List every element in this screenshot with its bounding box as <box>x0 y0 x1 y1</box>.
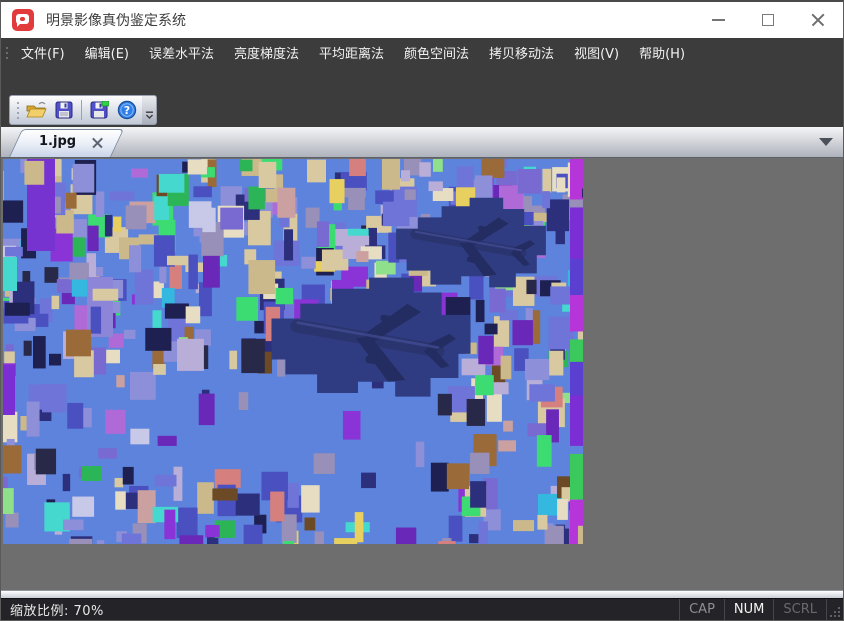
toolbar-overflow-button[interactable] <box>142 95 157 125</box>
maximize-button[interactable] <box>743 2 793 38</box>
tab-1jpg[interactable]: 1.jpg <box>9 129 111 157</box>
menu-item-help[interactable]: 帮助(H) <box>632 38 692 67</box>
tab-label: 1.jpg <box>39 134 76 149</box>
open-file-button[interactable] <box>23 97 50 123</box>
window-controls <box>693 2 843 38</box>
close-button[interactable] <box>793 2 843 38</box>
tab-close-button[interactable] <box>90 135 105 150</box>
save-as-button[interactable] <box>86 97 113 123</box>
svg-text:?: ? <box>123 104 129 117</box>
menu-item-copy-move[interactable]: 拷贝移动法 <box>482 38 561 67</box>
zoom-status-label: 缩放比例: 70% <box>10 600 104 619</box>
close-icon-small <box>92 137 103 148</box>
app-window: 明景影像真伪鉴定系统 文件(F) 编辑(E) 误差水平法 亮度梯度法 平均距离法… <box>0 0 844 621</box>
image-canvas[interactable] <box>3 159 583 544</box>
maximize-icon <box>762 14 774 26</box>
save-as-icon <box>90 101 109 119</box>
help-icon: ? <box>117 100 137 120</box>
workspace <box>1 158 843 590</box>
processed-image <box>3 159 583 544</box>
menu-item-luminance-gradient[interactable]: 亮度梯度法 <box>227 38 306 67</box>
overflow-chevron-icon <box>145 111 154 120</box>
open-folder-icon <box>26 101 47 119</box>
menu-bar: 文件(F) 编辑(E) 误差水平法 亮度梯度法 平均距离法 颜色空间法 拷贝移动… <box>1 38 843 67</box>
menu-item-edit[interactable]: 编辑(E) <box>78 38 136 67</box>
menu-item-file[interactable]: 文件(F) <box>14 38 72 67</box>
toolbar: ? <box>9 95 143 125</box>
menu-item-color-space[interactable]: 颜色空间法 <box>397 38 476 67</box>
toolbar-grip-handle[interactable] <box>14 99 21 121</box>
resize-grip-icon <box>828 605 841 618</box>
splitter-strip[interactable] <box>1 590 843 598</box>
menu-item-view[interactable]: 视图(V) <box>567 38 626 67</box>
close-icon <box>811 13 825 27</box>
status-indicator-cap: CAP <box>679 599 724 620</box>
minimize-button[interactable] <box>693 2 743 38</box>
toolbar-dock: ? <box>1 67 843 127</box>
save-icon <box>55 101 73 119</box>
menu-item-error-level[interactable]: 误差水平法 <box>142 38 221 67</box>
tab-list-dropdown-button[interactable] <box>819 138 833 146</box>
help-button[interactable]: ? <box>113 97 140 123</box>
tab-bar: 1.jpg <box>1 127 843 158</box>
title-bar: 明景影像真伪鉴定系统 <box>1 2 843 38</box>
status-indicator-num: NUM <box>724 599 773 620</box>
save-button[interactable] <box>50 97 77 123</box>
status-indicators: CAP NUM SCRL <box>679 599 843 620</box>
toolbar-separator <box>81 100 82 120</box>
menu-item-average-distance[interactable]: 平均距离法 <box>312 38 391 67</box>
app-logo-icon <box>12 9 34 31</box>
resize-grip[interactable] <box>827 599 843 620</box>
window-title: 明景影像真伪鉴定系统 <box>46 10 186 30</box>
minimize-icon <box>712 19 725 21</box>
menu-grip-handle[interactable] <box>3 43 11 63</box>
status-bar: 缩放比例: 70% CAP NUM SCRL <box>1 598 843 620</box>
status-indicator-scrl: SCRL <box>773 599 827 620</box>
